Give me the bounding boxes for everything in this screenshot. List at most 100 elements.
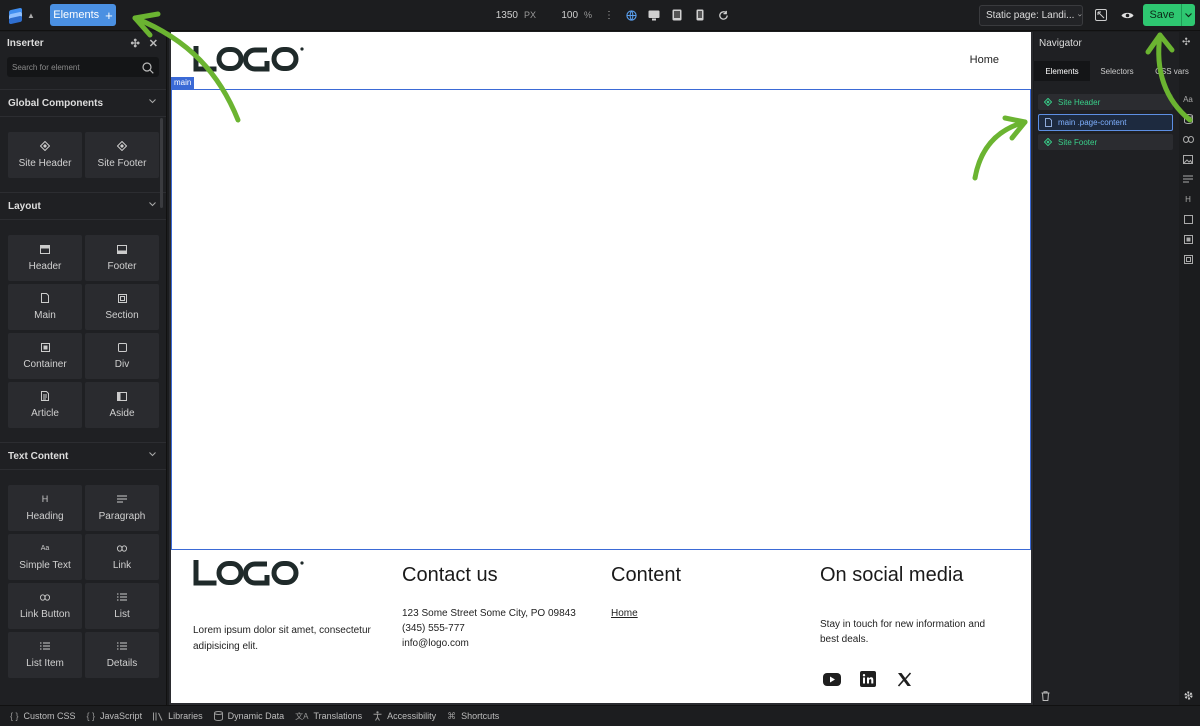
main-page-content[interactable] xyxy=(171,89,1031,550)
tile-label: Simple Text xyxy=(19,560,71,571)
component-icon xyxy=(1044,98,1052,106)
tile-site-header[interactable]: Site Header xyxy=(8,132,82,178)
tablet-icon[interactable] xyxy=(671,9,683,21)
footer-email: info@logo.com xyxy=(402,638,469,649)
tile-link-button[interactable]: Link Button xyxy=(8,583,82,629)
container-icon[interactable] xyxy=(1181,232,1195,246)
footer-social-title: On social media xyxy=(820,564,964,586)
elements-button[interactable]: Elements + xyxy=(50,4,116,26)
tab-elements[interactable]: Elements xyxy=(1034,61,1090,81)
tile-aside[interactable]: Aside xyxy=(85,382,159,428)
navigator-panel: Navigator Elements Selectors CSS vars Si… xyxy=(1034,32,1189,705)
paragraph-icon[interactable] xyxy=(1181,172,1195,186)
social-icons xyxy=(823,670,913,688)
link-icon xyxy=(117,543,127,553)
section-global-components[interactable]: Global Components xyxy=(0,89,166,117)
site-logo[interactable] xyxy=(193,46,305,72)
shortcuts-button[interactable]: ⌘ Shortcuts xyxy=(447,711,499,722)
section-text-content[interactable]: Text Content xyxy=(0,442,166,470)
site-header[interactable]: Home xyxy=(171,32,1031,89)
tile-main[interactable]: Main xyxy=(8,284,82,330)
save-button[interactable]: Save xyxy=(1143,4,1181,26)
tile-header[interactable]: Header xyxy=(8,235,82,281)
elements-button-label: Elements xyxy=(53,9,100,21)
tree-item-site-footer[interactable]: Site Footer xyxy=(1038,134,1173,150)
tile-heading[interactable]: H Heading xyxy=(8,485,82,531)
dynamic-data-button[interactable]: Dynamic Data xyxy=(213,711,285,721)
tab-css-vars[interactable]: CSS vars xyxy=(1144,61,1200,81)
custom-css-button[interactable]: { } Custom CSS xyxy=(10,711,76,721)
more-options-icon[interactable]: ⋮ xyxy=(604,10,614,21)
desktop-icon[interactable] xyxy=(648,9,660,21)
page-selector[interactable]: Static page: Landi... xyxy=(979,5,1083,26)
refresh-icon[interactable] xyxy=(717,9,729,21)
typography-icon[interactable]: Aa xyxy=(1181,92,1195,106)
navigator-tabs: Elements Selectors CSS vars xyxy=(1034,61,1200,81)
tile-section[interactable]: Section xyxy=(85,284,159,330)
inserter-title: Inserter xyxy=(7,37,44,49)
globe-icon[interactable] xyxy=(625,9,637,21)
database-icon[interactable] xyxy=(1181,112,1195,126)
translations-button[interactable]: 文A Translations xyxy=(295,711,362,722)
trash-icon[interactable] xyxy=(1041,688,1050,706)
footer-link-home[interactable]: Home xyxy=(611,608,638,619)
youtube-icon[interactable] xyxy=(823,670,841,688)
tree-item-main[interactable]: main .page-content xyxy=(1038,114,1173,131)
inserter-scrollbar[interactable] xyxy=(160,118,163,208)
tile-label: Main xyxy=(34,310,56,321)
text-icon: Aa xyxy=(40,544,50,552)
tab-selectors[interactable]: Selectors xyxy=(1090,61,1144,81)
footer-social: On social media xyxy=(820,564,963,587)
libraries-button[interactable]: Libraries xyxy=(153,711,203,721)
canvas-width-input[interactable]: 1350 xyxy=(492,10,518,21)
preview-eye-icon[interactable] xyxy=(1120,8,1134,22)
bottom-item-label: Custom CSS xyxy=(23,711,76,721)
section-icon[interactable] xyxy=(1181,252,1195,266)
tile-simple-text[interactable]: Aa Simple Text xyxy=(8,534,82,580)
pin-icon[interactable]: ✣ xyxy=(1182,37,1190,48)
bottom-item-label: Translations xyxy=(313,711,363,721)
accessibility-button[interactable]: Accessibility xyxy=(373,711,436,721)
tile-site-footer[interactable]: Site Footer xyxy=(85,132,159,178)
mobile-icon[interactable] xyxy=(694,9,706,21)
save-options-chevron-icon[interactable] xyxy=(1181,4,1195,26)
section-icon xyxy=(117,293,127,303)
heading-icon[interactable]: H xyxy=(1181,192,1195,206)
search-icon xyxy=(142,61,154,79)
page-canvas[interactable]: Home main Lorem ipsum dolor sit amet, co… xyxy=(171,32,1031,703)
gear-icon[interactable] xyxy=(1183,688,1194,706)
tile-footer[interactable]: Footer xyxy=(85,235,159,281)
tree-item-site-header[interactable]: Site Header xyxy=(1038,94,1173,110)
tile-div[interactable]: Div xyxy=(85,333,159,379)
tile-details[interactable]: Details xyxy=(85,632,159,678)
tile-article[interactable]: Article xyxy=(8,382,82,428)
linkedin-icon[interactable] xyxy=(859,670,877,688)
tile-list[interactable]: List xyxy=(85,583,159,629)
close-icon[interactable]: ✕ xyxy=(149,37,158,50)
footer-logo[interactable] xyxy=(193,560,305,586)
tile-container[interactable]: Container xyxy=(8,333,82,379)
top-toolbar: ▲ Elements + 1350 PX 100 % ⋮ Static page… xyxy=(0,0,1200,31)
tree-item-label: main .page-content xyxy=(1058,118,1127,127)
component-icon xyxy=(1044,138,1052,146)
braces-icon: { } xyxy=(10,711,19,721)
tile-list-item[interactable]: List Item xyxy=(8,632,82,678)
tile-paragraph[interactable]: Paragraph xyxy=(85,485,159,531)
app-menu[interactable]: ▲ xyxy=(8,7,40,25)
nav-link-home[interactable]: Home xyxy=(970,54,999,66)
box-icon[interactable] xyxy=(1181,212,1195,226)
tile-link[interactable]: Link xyxy=(85,534,159,580)
bottom-item-label: Dynamic Data xyxy=(227,711,285,721)
site-footer[interactable]: Lorem ipsum dolor sit amet, consectetur … xyxy=(171,550,1031,703)
footer-contact-title: Contact us xyxy=(402,564,498,586)
section-layout[interactable]: Layout xyxy=(0,192,166,220)
pin-icon[interactable]: ✣ xyxy=(131,37,140,50)
page-selector-label: Static page: Landi... xyxy=(986,10,1075,21)
image-icon[interactable] xyxy=(1181,152,1195,166)
link-icon[interactable] xyxy=(1181,132,1195,146)
expand-canvas-icon[interactable] xyxy=(1094,8,1108,22)
javascript-button[interactable]: { } JavaScript xyxy=(87,711,143,721)
element-search-input[interactable] xyxy=(12,62,132,72)
x-twitter-icon[interactable] xyxy=(895,670,913,688)
zoom-input[interactable]: 100 xyxy=(552,10,578,21)
